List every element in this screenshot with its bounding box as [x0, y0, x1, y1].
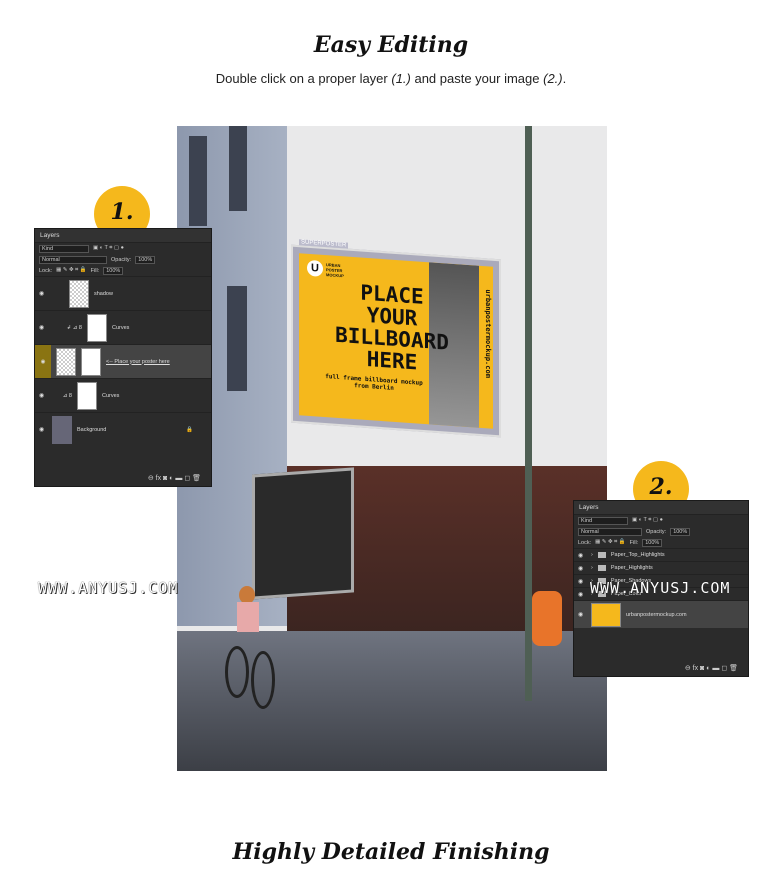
fill-input[interactable]: 100%: [642, 538, 663, 547]
watermark: WWW.ANYUSJ.COM: [590, 579, 731, 597]
eye-icon[interactable]: ◉: [578, 611, 586, 618]
panel-footer-icons[interactable]: ⊖ fx ◙ ◐ ▬ ◻ 🗑: [574, 660, 748, 676]
blend-mode-select[interactable]: Normal: [578, 527, 642, 536]
layer-row[interactable]: ◉ Background 🔒: [35, 412, 211, 446]
trash-bin: [532, 591, 562, 646]
eye-icon[interactable]: ◉: [578, 565, 586, 572]
small-billboard: [252, 467, 354, 600]
eye-icon[interactable]: ◉: [35, 345, 51, 378]
opacity-input[interactable]: 100%: [670, 527, 691, 536]
folder-icon: [597, 552, 606, 558]
layers-panel-1: Layers Kind ▣ ◐ T ⌗ ▢ ● Normal Opacity: 100…: [34, 228, 212, 487]
subtitle: Double click on a proper layer (1.) and …: [215, 71, 567, 86]
eye-icon[interactable]: ◉: [39, 324, 47, 331]
page-title: Easy Editing: [313, 32, 469, 58]
eye-icon[interactable]: ◉: [39, 392, 47, 399]
window: [227, 286, 247, 391]
poster-side-url: urbanpostermockup.com: [484, 288, 492, 380]
layer-row[interactable]: ◉ ↲ ⊿ 8 Curves: [35, 310, 211, 344]
layers-tab[interactable]: Layers: [574, 501, 748, 515]
window: [229, 126, 247, 211]
lamp-pole: [525, 126, 532, 701]
section-title: Highly Detailed Finishing: [232, 839, 550, 865]
kind-filter[interactable]: Kind: [39, 244, 89, 253]
eye-icon[interactable]: ◉: [39, 426, 47, 433]
folder-icon: [597, 565, 606, 571]
eye-icon[interactable]: ◉: [578, 591, 586, 598]
layers-tab[interactable]: Layers: [35, 229, 211, 243]
layer-row-selected[interactable]: ◉ urbanpostermockup.com: [574, 600, 748, 628]
street-photo: SUPERPOSTER U URBAN POSTER MOCKUP PLACE Y…: [177, 126, 607, 771]
cyclist: [225, 586, 275, 716]
kind-filter[interactable]: Kind: [578, 516, 628, 525]
eye-icon[interactable]: ◉: [578, 578, 586, 585]
panel-footer-icons[interactable]: ⊖ fx ◙ ◐ ▬ ◻ 🗑: [35, 470, 211, 486]
window: [189, 136, 207, 226]
watermark: WWW.ANYUSJ.COM: [38, 579, 179, 597]
lock-icon: 🔒: [186, 426, 193, 433]
layer-group[interactable]: ◉ › Paper_Top_Highlights: [574, 548, 748, 561]
billboard: SUPERPOSTER U URBAN POSTER MOCKUP PLACE Y…: [291, 239, 501, 438]
layer-row-selected[interactable]: ◉ <-- Place your poster here: [35, 344, 211, 378]
layer-row[interactable]: ◉ shadow: [35, 276, 211, 310]
opacity-input[interactable]: 100%: [135, 255, 156, 264]
eye-icon[interactable]: ◉: [39, 290, 47, 297]
layer-group[interactable]: ◉ › Paper_Highlights: [574, 561, 748, 574]
blend-mode-select[interactable]: Normal: [39, 255, 107, 264]
layer-row[interactable]: ◉ ⊿ 8 Curves: [35, 378, 211, 412]
fill-input[interactable]: 100%: [103, 266, 124, 275]
poster-headline: PLACE YOUR BILLBOARD HERE: [335, 280, 449, 375]
poster-logo: U: [307, 259, 323, 277]
eye-icon[interactable]: ◉: [578, 552, 586, 559]
